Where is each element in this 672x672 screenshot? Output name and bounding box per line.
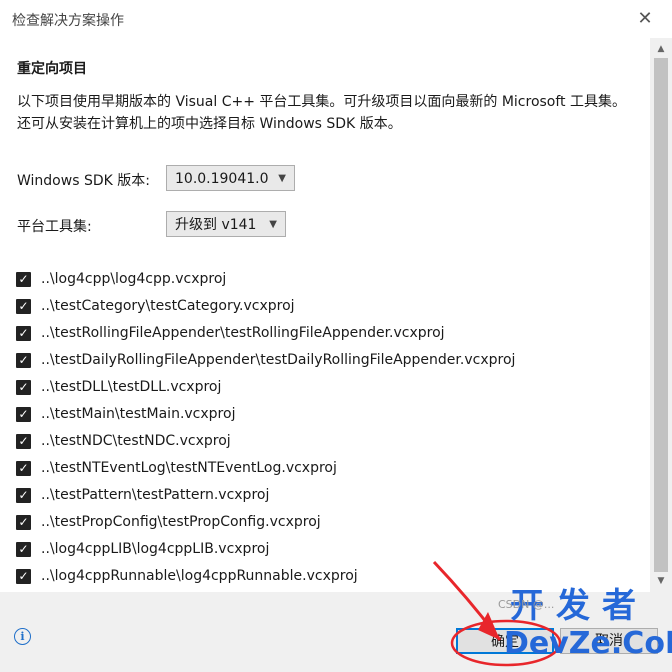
project-path: ..\testDLL\testDLL.vcxproj <box>41 379 222 395</box>
project-checkbox[interactable]: ✓ <box>16 460 31 476</box>
section-heading: 重定向项目 <box>17 61 87 77</box>
scroll-up-icon[interactable]: ▲ <box>650 40 672 58</box>
project-path: ..\testPropConfig\testPropConfig.vcxproj <box>41 514 321 530</box>
project-checkbox[interactable]: ✓ <box>16 433 31 449</box>
project-row[interactable]: ✓ ..\log4cppLIB\log4cppLIB.vcxproj <box>16 538 269 560</box>
project-row[interactable]: ✓ ..\testMain\testMain.vcxproj <box>16 403 235 425</box>
project-path: ..\log4cppLIB\log4cppLIB.vcxproj <box>41 541 270 557</box>
project-path: ..\log4cppRunnable\log4cppRunnable.vcxpr… <box>41 568 358 584</box>
project-checkbox[interactable]: ✓ <box>16 568 31 584</box>
project-checkbox[interactable]: ✓ <box>16 325 31 341</box>
project-path: ..\testCategory\testCategory.vcxproj <box>41 298 295 314</box>
dialog-footer: i 确定 取消 <box>0 592 672 672</box>
project-path: ..\testPattern\testPattern.vcxproj <box>41 487 270 503</box>
project-row[interactable]: ✓ ..\testNDC\testNDC.vcxproj <box>16 430 231 452</box>
chevron-down-icon: ▼ <box>278 173 286 184</box>
project-row[interactable]: ✓ ..\testDailyRollingFileAppender\testDai… <box>16 349 515 371</box>
project-checkbox[interactable]: ✓ <box>16 271 31 287</box>
project-checkbox[interactable]: ✓ <box>16 541 31 557</box>
project-checkbox[interactable]: ✓ <box>16 514 31 530</box>
project-row[interactable]: ✓ ..\testDLL\testDLL.vcxproj <box>16 376 221 398</box>
sdk-label: Windows SDK 版本: <box>17 173 150 189</box>
project-checkbox[interactable]: ✓ <box>16 406 31 422</box>
toolset-label: 平台工具集: <box>17 219 92 235</box>
project-checkbox[interactable]: ✓ <box>16 379 31 395</box>
project-path: ..\testDailyRollingFileAppender\testDail… <box>41 352 516 368</box>
project-path: ..\log4cpp\log4cpp.vcxproj <box>41 271 227 287</box>
toolset-value: 升级到 v141 <box>175 217 257 233</box>
project-row[interactable]: ✓ ..\log4cpp\log4cpp.vcxproj <box>16 268 226 290</box>
sdk-version-select[interactable]: 10.0.19041.0 ▼ <box>166 165 295 191</box>
scroll-down-icon[interactable]: ▼ <box>650 572 672 590</box>
ok-button[interactable]: 确定 <box>456 628 554 654</box>
scroll-thumb[interactable] <box>654 58 668 572</box>
project-row[interactable]: ✓ ..\testNTEventLog\testNTEventLog.vcxpro… <box>16 457 337 479</box>
project-checkbox[interactable]: ✓ <box>16 352 31 368</box>
chevron-down-icon: ▼ <box>269 219 277 230</box>
project-path: ..\testRollingFileAppender\testRollingFi… <box>41 325 445 341</box>
window-title: 检查解决方案操作 <box>12 13 124 29</box>
project-row[interactable]: ✓ ..\testPattern\testPattern.vcxproj <box>16 484 269 506</box>
project-row[interactable]: ✓ ..\testPropConfig\testPropConfig.vcxpro… <box>16 511 321 533</box>
project-row[interactable]: ✓ ..\log4cppRunnable\log4cppRunnable.vcxp… <box>16 565 358 587</box>
vertical-scrollbar[interactable]: ▲ ▼ <box>650 38 672 592</box>
project-path: ..\testNDC\testNDC.vcxproj <box>41 433 231 449</box>
sdk-version-value: 10.0.19041.0 <box>175 171 269 187</box>
project-path: ..\testNTEventLog\testNTEventLog.vcxproj <box>41 460 337 476</box>
toolset-select[interactable]: 升级到 v141 ▼ <box>166 211 286 237</box>
section-description: 以下项目使用早期版本的 Visual C++ 平台工具集。可升级项目以面向最新的… <box>17 94 626 132</box>
title-bar: 检查解决方案操作 ✕ <box>0 0 672 38</box>
project-checkbox[interactable]: ✓ <box>16 298 31 314</box>
info-icon[interactable]: i <box>14 628 31 645</box>
project-checkbox[interactable]: ✓ <box>16 487 31 503</box>
cancel-button[interactable]: 取消 <box>560 628 658 654</box>
project-row[interactable]: ✓ ..\testCategory\testCategory.vcxproj <box>16 295 295 317</box>
project-row[interactable]: ✓ ..\testRollingFileAppender\testRollingF… <box>16 322 445 344</box>
dialog-content: 重定向项目 以下项目使用早期版本的 Visual C++ 平台工具集。可升级项目… <box>0 38 650 592</box>
close-icon[interactable]: ✕ <box>632 6 658 32</box>
project-path: ..\testMain\testMain.vcxproj <box>41 406 236 422</box>
